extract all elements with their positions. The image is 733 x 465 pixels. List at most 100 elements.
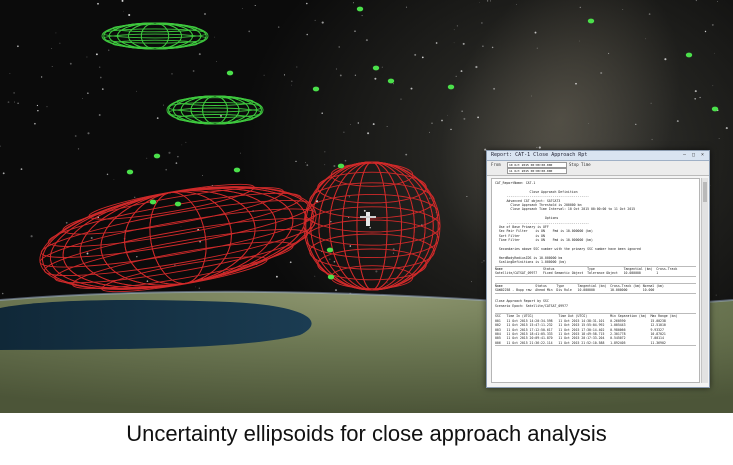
satellite-marker[interactable] — [356, 6, 364, 12]
star — [718, 138, 720, 139]
star — [51, 66, 53, 67]
satellite-marker[interactable] — [326, 247, 334, 253]
star — [704, 30, 707, 33]
satellite-marker[interactable] — [711, 106, 719, 112]
star — [69, 62, 72, 65]
report-toolbar: From 10 Oct 2015 00:00:00.000 Stop Time … — [487, 161, 709, 176]
star — [185, 141, 187, 143]
star — [99, 76, 102, 79]
satellite-marker[interactable] — [174, 201, 182, 207]
star — [645, 38, 647, 40]
star — [695, 0, 697, 2]
star — [694, 97, 697, 100]
longitude-ring — [356, 161, 388, 291]
star — [463, 117, 466, 120]
satellite-marker[interactable] — [372, 65, 380, 71]
satellite-marker[interactable] — [149, 199, 157, 205]
star — [536, 147, 538, 149]
satellite-marker[interactable] — [387, 78, 395, 84]
star — [429, 197, 431, 199]
star — [400, 98, 402, 100]
star — [192, 70, 195, 72]
star — [36, 104, 38, 107]
star — [466, 196, 468, 197]
close-approach-report-window[interactable]: Report: CAT-1 Close Approach Rpt – □ × Fro… — [486, 150, 710, 388]
star — [1, 292, 4, 295]
green-ellipsoid-top — [101, 22, 209, 50]
star — [216, 61, 217, 62]
table-row: Satellite/CATSAT_09977 Fixed Semantic Ob… — [495, 271, 676, 276]
star — [296, 66, 298, 68]
satellite-marker[interactable] — [587, 18, 595, 24]
star — [291, 84, 292, 86]
star — [453, 42, 455, 44]
star — [98, 114, 101, 116]
star — [95, 53, 98, 56]
scrollbar-thumb[interactable] — [703, 182, 707, 202]
star — [90, 236, 93, 240]
star — [486, 0, 489, 2]
star — [314, 19, 316, 21]
satellite-marker[interactable] — [685, 52, 693, 58]
close-icon[interactable]: × — [698, 152, 707, 159]
3d-scene-viewport[interactable]: Report: CAT-1 Close Approach Rpt – □ × Fro… — [0, 0, 733, 413]
window-buttons: – □ × — [680, 152, 707, 159]
report-titlebar[interactable]: Report: CAT-1 Close Approach Rpt — [487, 151, 709, 161]
satellite-marker[interactable] — [233, 167, 241, 173]
star — [324, 164, 326, 166]
star — [335, 68, 337, 70]
star — [493, 87, 496, 90]
star — [136, 90, 137, 92]
minimize-icon[interactable]: – — [680, 152, 689, 159]
latitude-ring — [88, 183, 255, 220]
star — [219, 114, 223, 117]
satellite-marker[interactable] — [153, 153, 161, 159]
report-text-area[interactable]: CAT_ReportName: CAT-1 Close Approach Def… — [491, 178, 700, 383]
star — [306, 164, 309, 166]
satellite-object[interactable] — [360, 212, 376, 226]
star — [699, 96, 701, 99]
star — [30, 235, 33, 238]
star — [202, 175, 204, 177]
longitude-ring — [310, 161, 434, 291]
star — [136, 255, 138, 258]
start-time-label: From — [491, 162, 501, 167]
secondary-object-table: Name Status Type Tangential (km) Cross-T… — [495, 282, 696, 294]
satellite-marker[interactable] — [327, 274, 335, 280]
star — [17, 102, 19, 104]
star — [241, 7, 243, 9]
star — [146, 280, 149, 282]
close-approach-table: SSC Time In (UTCG) Time Out (UTCG) Min S… — [495, 313, 696, 347]
star — [106, 173, 109, 176]
star — [277, 26, 280, 28]
star — [0, 145, 1, 147]
star — [575, 82, 577, 85]
star — [99, 66, 101, 68]
star — [441, 119, 443, 122]
star — [715, 294, 717, 296]
satellite-marker[interactable] — [337, 163, 345, 169]
star — [648, 13, 651, 15]
star — [333, 164, 336, 168]
star — [664, 58, 667, 61]
longitude-ring — [318, 161, 426, 291]
wireframe-mesh — [101, 22, 209, 50]
star — [2, 172, 5, 175]
satellite-marker[interactable] — [312, 86, 320, 92]
maximize-icon[interactable]: □ — [689, 152, 698, 159]
star — [97, 2, 99, 5]
satellite-marker[interactable] — [126, 169, 134, 175]
stop-time-field[interactable]: 11 Oct 2015 00:00:00.000 — [507, 168, 567, 174]
star — [354, 74, 357, 76]
star — [13, 92, 15, 94]
star — [171, 73, 173, 75]
report-scrollbar[interactable] — [701, 178, 708, 383]
star — [175, 162, 178, 164]
star — [725, 127, 728, 130]
satellite-marker[interactable] — [447, 84, 455, 90]
satellite-marker[interactable] — [226, 70, 234, 76]
star — [314, 275, 316, 277]
star — [321, 112, 323, 114]
report-title: Report: CAT-1 Close Approach Rpt — [491, 152, 588, 158]
star — [381, 66, 383, 68]
